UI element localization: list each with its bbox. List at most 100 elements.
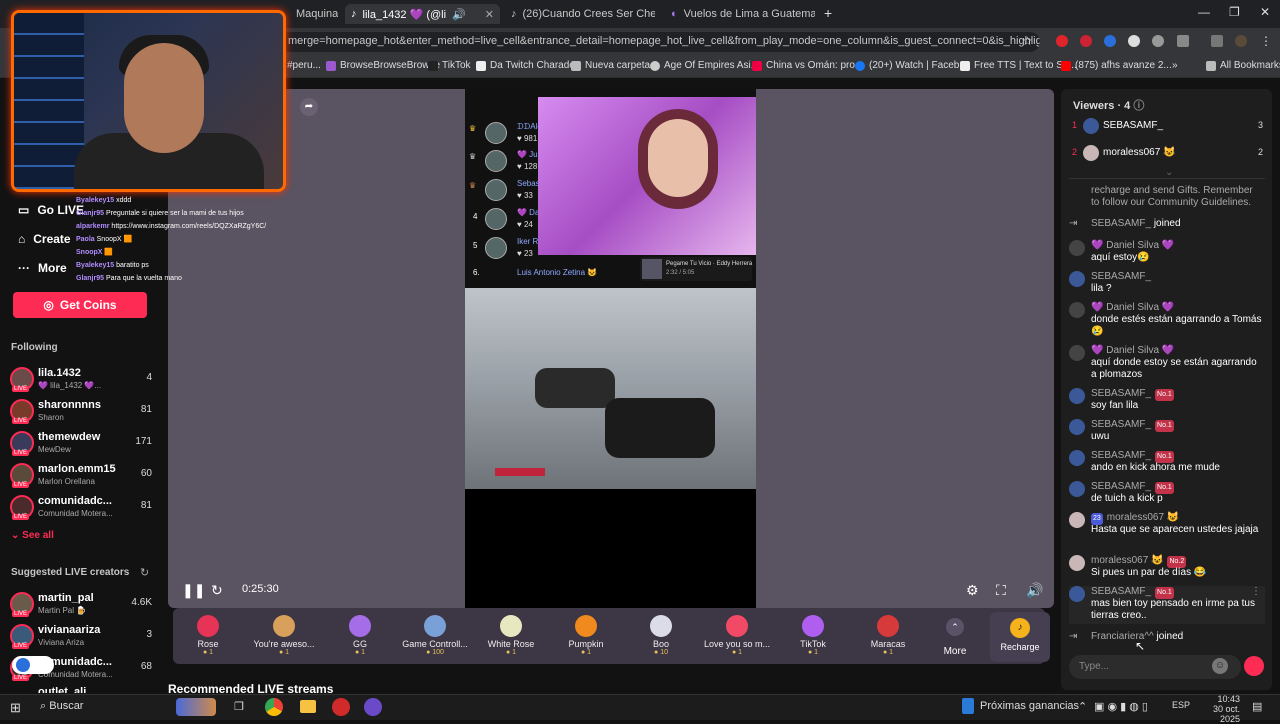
minimize-icon[interactable]: — [1198,5,1210,19]
viewer-row[interactable]: 2 moraless067 😺 2 [1069,144,1267,166]
all-bookmarks[interactable]: All Bookmarks [1206,60,1280,71]
following-item[interactable]: LIVE comunidadc... Comunidad Motera... 81 [8,492,158,522]
bookmark-item[interactable]: Free TTS | Text to Sp... [960,60,1077,71]
tray-icons[interactable]: ▣ ◉ ▮ ◍ ▯ [1094,700,1148,713]
task-view-icon[interactable]: ❐ [234,700,244,713]
suggested-item[interactable]: LIVE martin_pal Martin Pal 🍺 4.6K [8,589,158,619]
gift-pumpkin[interactable]: Pumpkin ● 1 [548,612,624,664]
following-title: Following [11,342,58,353]
widgets-icon[interactable] [176,698,216,716]
bookmark-item[interactable]: BrowseBrowseBrowse [326,60,440,71]
gift-love-you[interactable]: Love you so m... ● 1 [699,612,775,664]
gift-maracas[interactable]: Maracas ● 1 [850,612,926,664]
app-icon[interactable] [332,698,350,716]
gift-boo[interactable]: Boo ● 10 [623,612,699,664]
puzzle-icon[interactable] [1177,35,1189,47]
gift-tiktok[interactable]: TikTok ● 1 [775,612,851,664]
media-icon[interactable] [1211,35,1223,47]
emoji-icon[interactable]: ☺ [1212,658,1228,674]
community-notice: recharge and send Gifts. Remember to fol… [1091,185,1253,208]
search-icon: ⌕ [40,700,47,712]
bookmark-item[interactable]: Age Of Empires Asi... [650,60,759,71]
overlay-chat-line: alparkemr https://www.instagram.com/reel… [76,223,267,230]
url-field[interactable]: merge=homepage_hot&enter_method=live_cel… [280,32,1040,52]
gift-icon[interactable] [1244,656,1264,676]
speaker-icon[interactable]: 🔊 [452,8,466,21]
sidebar-create[interactable]: ⌂ Create [18,232,71,246]
volume-icon[interactable]: 🔊 [1026,582,1043,599]
tab-vuelos[interactable]: ◐ Vuelos de Lima a Guatemala C ✕ [665,4,815,24]
sidebar-go-live[interactable]: ▭ Go LIVE [18,203,84,217]
refresh-icon[interactable]: ↻ [211,582,223,599]
floating-widget[interactable] [12,656,54,674]
get-coins-button[interactable]: ◎ Get Coins [13,292,147,318]
suggested-item[interactable]: outlet_ali [8,683,158,693]
more-gifts-button[interactable]: ⌃ More [940,618,970,657]
bookmark-item[interactable]: Da Twitch Charades [476,60,580,71]
windows-start-icon[interactable]: ⊞ [10,700,21,716]
see-all-link[interactable]: ⌄ See all [11,530,54,541]
live-badge: LIVE [12,482,30,488]
kebab-menu-icon[interactable]: ⋮ [1251,586,1261,598]
close-icon[interactable]: ✕ [485,8,494,21]
extension-icon[interactable] [1152,35,1164,47]
suggested-item[interactable]: LIVE vivianaariza Viviana Ariza 3 [8,621,158,651]
tab-maquina[interactable]: Maquina ✕ [290,4,338,24]
avatar [1069,271,1085,287]
sidebar-more[interactable]: ··· More [18,261,67,275]
refresh-icon[interactable]: ↻ [140,566,149,579]
tray-chevron-icon[interactable]: ⌃ [1078,700,1087,713]
following-item[interactable]: LIVE lila.1432 💜 lila_1432 💜... 4 [8,364,158,394]
gift-rose[interactable]: Rose ● 1 [170,612,246,664]
gift-youre-awesome[interactable]: You're aweso... ● 1 [246,612,322,664]
chat-message: ⇥ SEBASAMF_ joined [1069,218,1265,232]
bookmark-item[interactable]: #peru... [287,60,321,71]
chevron-down-icon[interactable]: ⌄ [1165,167,1173,178]
tab-lila[interactable]: ♪ lila_1432 💜 (@li 🔊 ✕ [345,4,500,24]
app-icon[interactable] [364,698,382,716]
tab-chef[interactable]: ♪ (26)Cuando Crees Ser Chef y C ✕ [505,4,655,24]
extension-icon[interactable] [1104,35,1116,47]
more-bookmarks-icon[interactable]: » [1172,60,1178,71]
bookmark-item[interactable]: China vs Omán: pro... [752,60,863,71]
new-tab-button[interactable]: + [824,5,832,21]
file-explorer-icon[interactable] [300,700,316,713]
pause-icon[interactable]: ❚❚ [182,582,205,599]
info-icon[interactable]: ⓘ [1133,100,1144,112]
language-indicator[interactable]: ESP [1172,700,1190,710]
kebab-menu-icon[interactable]: ⋮ [1260,34,1272,48]
extension-icon[interactable] [1080,35,1092,47]
following-item[interactable]: LIVE marlon.emm15 Marlon Orellana 60 [8,460,158,490]
gift-gg[interactable]: GG ● 1 [322,612,398,664]
recharge-button[interactable]: ♪ Recharge [990,612,1050,662]
news-ticker[interactable]: Próximas ganancias [980,700,1079,712]
bookmark-star-icon[interactable]: ☆ [1022,34,1033,48]
gameplay-view [465,288,756,489]
bookmark-item[interactable]: Nueva carpeta [571,60,650,71]
bookmark-item[interactable]: TikTok [428,60,471,71]
taskbar-search[interactable]: ⌕ Buscar [40,700,83,713]
bookmark-item[interactable]: (20+) Watch | Faceb... [855,60,968,71]
avatar [485,122,507,144]
settings-icon[interactable]: ⚙ [966,582,979,599]
gift-white-rose[interactable]: White Rose ● 1 [473,612,549,664]
overlay-chat-line: Glanjr95 Para que la vuelta mano [76,275,182,282]
gift-game-controller[interactable]: Game Controll... ● 100 [397,612,473,664]
restore-icon[interactable]: ❐ [1229,5,1240,19]
avatar [1083,145,1099,161]
profile-avatar[interactable] [1235,35,1247,47]
chat-message[interactable]: SEBASAMF_ No.1 mas bien toy pensado en irm… [1069,586,1265,624]
extension-icon[interactable] [1128,35,1140,47]
share-icon[interactable]: ➦ [300,98,318,116]
fullscreen-icon[interactable]: ⛶ [996,582,1006,599]
bookmark-item[interactable]: (875) afhs avanze 2... [1061,60,1172,71]
chat-message: 💜 Daniel Silva 💜 donde estés están agarra… [1069,302,1265,340]
following-item[interactable]: LIVE sharonnnns Sharon 81 [8,396,158,426]
chat-message: SEBASAMF_ No.1 de tuich a kick p [1069,481,1265,507]
notification-icon[interactable]: ▤ [1252,700,1262,713]
extension-icon[interactable] [1056,35,1068,47]
chrome-icon[interactable] [265,698,283,716]
close-window-icon[interactable]: ✕ [1260,5,1270,19]
viewer-row[interactable]: 1 SEBASAMF_ 3 [1069,117,1267,139]
following-item[interactable]: LIVE themewdew MewDew 171 [8,428,158,458]
